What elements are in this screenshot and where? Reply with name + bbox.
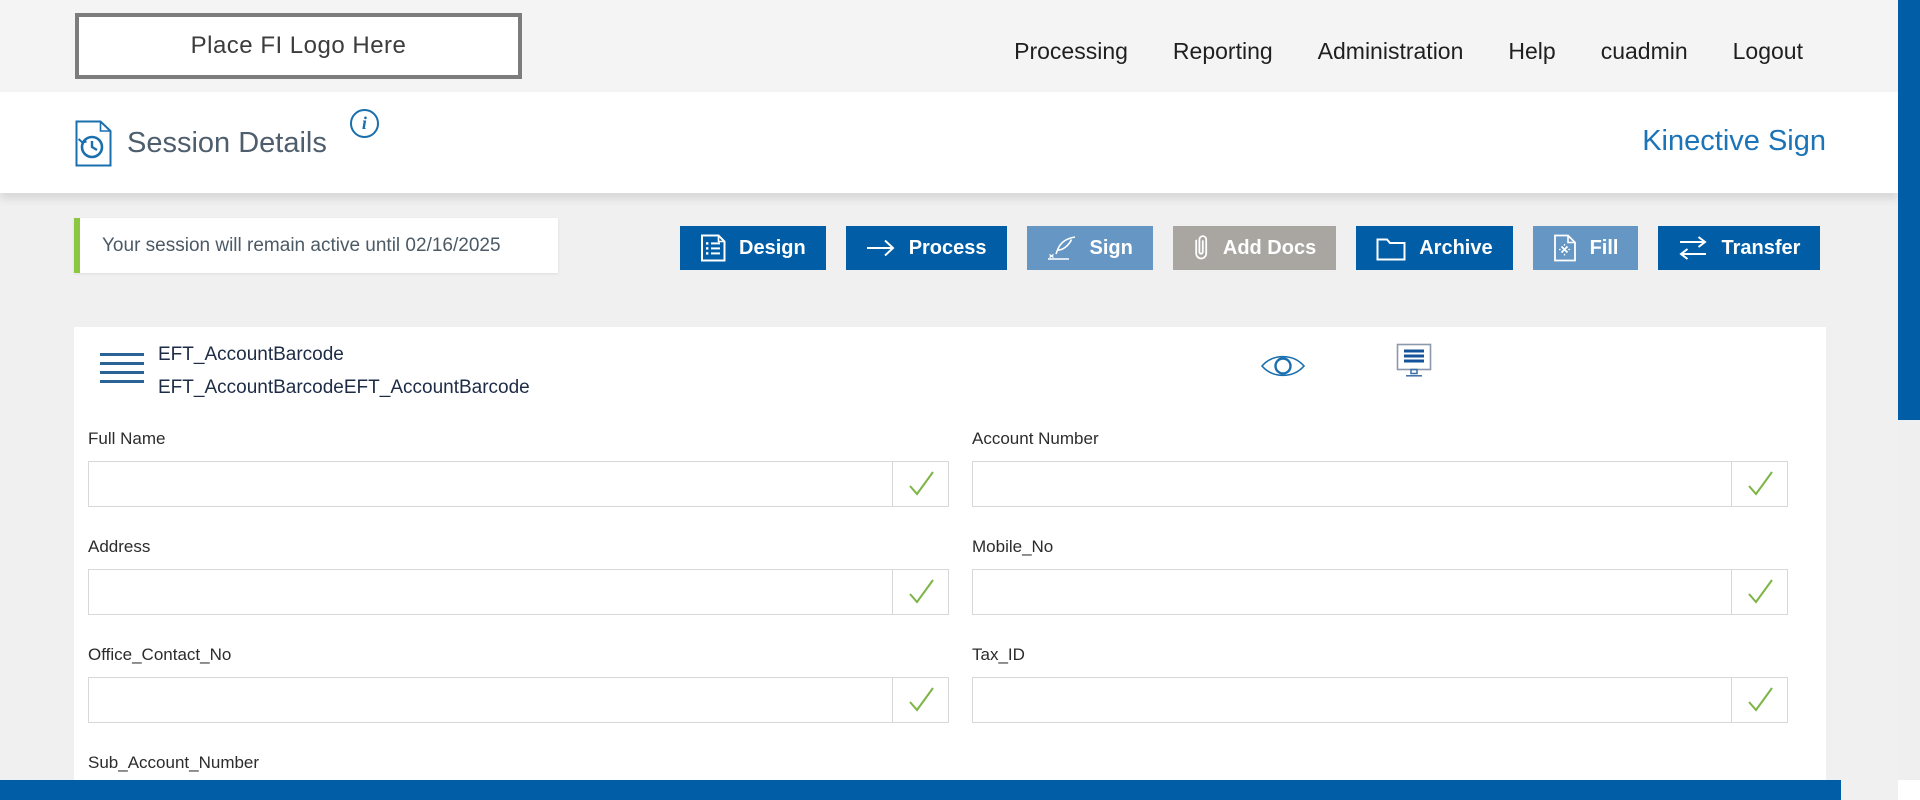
- sign-button[interactable]: Sign: [1027, 226, 1153, 270]
- field-label: Account Number: [972, 429, 1788, 449]
- design-button[interactable]: Design: [680, 226, 826, 270]
- tax-id-input[interactable]: [973, 678, 1731, 722]
- form-icon: [700, 234, 726, 262]
- field-status-cell: [1731, 570, 1787, 614]
- transfer-button-label: Transfer: [1721, 237, 1800, 260]
- page-header-row: Session Details i Kinective Sign: [0, 92, 1898, 193]
- arrow-right-icon: [866, 238, 896, 258]
- input-group: [88, 569, 949, 615]
- document-title: EFT_AccountBarcode EFT_AccountBarcodeEFT…: [158, 338, 530, 404]
- nav-user-cuadmin[interactable]: cuadmin: [1601, 38, 1688, 65]
- document-card-header: EFT_AccountBarcode EFT_AccountBarcodeEFT…: [74, 327, 1826, 427]
- check-icon: [906, 577, 936, 607]
- monitor-icon: [1396, 343, 1432, 377]
- field-status-cell: [1731, 678, 1787, 722]
- preview-toggle[interactable]: [1260, 351, 1306, 386]
- nav-administration[interactable]: Administration: [1318, 38, 1464, 65]
- check-icon: [906, 469, 936, 499]
- check-icon: [1745, 685, 1775, 715]
- document-card: EFT_AccountBarcode EFT_AccountBarcodeEFT…: [74, 327, 1826, 800]
- fi-logo-placeholder: Place FI Logo Here: [75, 13, 522, 79]
- session-notice-text: Your session will remain active until 02…: [102, 235, 501, 257]
- check-icon: [1745, 469, 1775, 499]
- field-status-cell: [1731, 462, 1787, 506]
- field-address: Address: [88, 537, 949, 615]
- transfer-button[interactable]: Transfer: [1658, 226, 1820, 270]
- account-number-input[interactable]: [973, 462, 1731, 506]
- content-area: Your session will remain active until 02…: [0, 193, 1898, 800]
- page-title: Session Details: [127, 127, 327, 160]
- product-name: Kinective Sign: [1642, 125, 1826, 158]
- fi-logo-text: Place FI Logo Here: [191, 32, 407, 60]
- kinective-sign-app: Place FI Logo Here Processing Reporting …: [0, 0, 1920, 800]
- fill-document-icon: [1553, 234, 1577, 262]
- input-group: [88, 677, 949, 723]
- scrollbar-corner: [1898, 780, 1920, 800]
- office-contact-no-input[interactable]: [89, 678, 892, 722]
- nav-logout[interactable]: Logout: [1733, 38, 1803, 65]
- archive-button-label: Archive: [1419, 237, 1492, 260]
- paperclip-icon: [1193, 233, 1210, 263]
- transfer-arrows-icon: [1678, 236, 1708, 260]
- eye-icon: [1260, 351, 1306, 381]
- input-group: [88, 461, 949, 507]
- document-title-line1: EFT_AccountBarcode: [158, 338, 530, 371]
- field-status-cell: [892, 570, 948, 614]
- fill-button-label: Fill: [1590, 237, 1619, 260]
- info-icon[interactable]: i: [350, 109, 379, 138]
- design-button-label: Design: [739, 237, 806, 260]
- field-label: Address: [88, 537, 949, 557]
- main-nav: Processing Reporting Administration Help…: [1014, 0, 1803, 92]
- check-icon: [1745, 577, 1775, 607]
- field-status-cell: [892, 678, 948, 722]
- field-label: Full Name: [88, 429, 949, 449]
- field-full-name: Full Name: [88, 429, 949, 507]
- full-name-input[interactable]: [89, 462, 892, 506]
- nav-processing[interactable]: Processing: [1014, 38, 1128, 65]
- sign-button-label: Sign: [1090, 237, 1133, 260]
- mobile-no-input[interactable]: [973, 570, 1731, 614]
- form-column-right: Account Number Mobile_No: [972, 429, 1788, 800]
- input-group: [972, 569, 1788, 615]
- address-input[interactable]: [89, 570, 892, 614]
- process-button[interactable]: Process: [846, 226, 1007, 270]
- field-status-cell: [892, 462, 948, 506]
- field-tax-id: Tax_ID: [972, 645, 1788, 723]
- input-group: [972, 677, 1788, 723]
- nav-reporting[interactable]: Reporting: [1173, 38, 1273, 65]
- field-label: Mobile_No: [972, 537, 1788, 557]
- action-toolbar: Design Process Sign: [680, 226, 1820, 270]
- field-label: Sub_Account_Number: [88, 753, 949, 773]
- document-title-line2: EFT_AccountBarcodeEFT_AccountBarcode: [158, 371, 530, 404]
- form-column-left: Full Name Address: [88, 429, 949, 800]
- drag-handle-icon[interactable]: [100, 353, 144, 389]
- field-mobile-no: Mobile_No: [972, 537, 1788, 615]
- add-docs-button-label: Add Docs: [1223, 237, 1316, 260]
- vertical-scrollbar-track[interactable]: [1898, 0, 1920, 800]
- folder-icon: [1376, 235, 1406, 261]
- page-heading: Session Details i: [75, 107, 379, 179]
- display-view-button[interactable]: [1396, 343, 1432, 382]
- input-group: [972, 461, 1788, 507]
- field-label: Tax_ID: [972, 645, 1788, 665]
- vertical-scrollbar-thumb[interactable]: [1898, 0, 1920, 420]
- top-nav-bar: Place FI Logo Here Processing Reporting …: [0, 0, 1898, 92]
- fill-button[interactable]: Fill: [1533, 226, 1639, 270]
- check-icon: [906, 685, 936, 715]
- process-button-label: Process: [909, 237, 987, 260]
- nav-help[interactable]: Help: [1508, 38, 1555, 65]
- session-history-icon: [75, 120, 112, 167]
- session-notice: Your session will remain active until 02…: [74, 218, 558, 273]
- signature-icon: [1047, 236, 1077, 260]
- add-docs-button[interactable]: Add Docs: [1173, 226, 1336, 270]
- archive-button[interactable]: Archive: [1356, 226, 1512, 270]
- horizontal-scrollbar-thumb[interactable]: [0, 780, 1841, 800]
- field-account-number: Account Number: [972, 429, 1788, 507]
- form-fields: Full Name Address: [74, 427, 1826, 800]
- field-office-contact-no: Office_Contact_No: [88, 645, 949, 723]
- field-label: Office_Contact_No: [88, 645, 949, 665]
